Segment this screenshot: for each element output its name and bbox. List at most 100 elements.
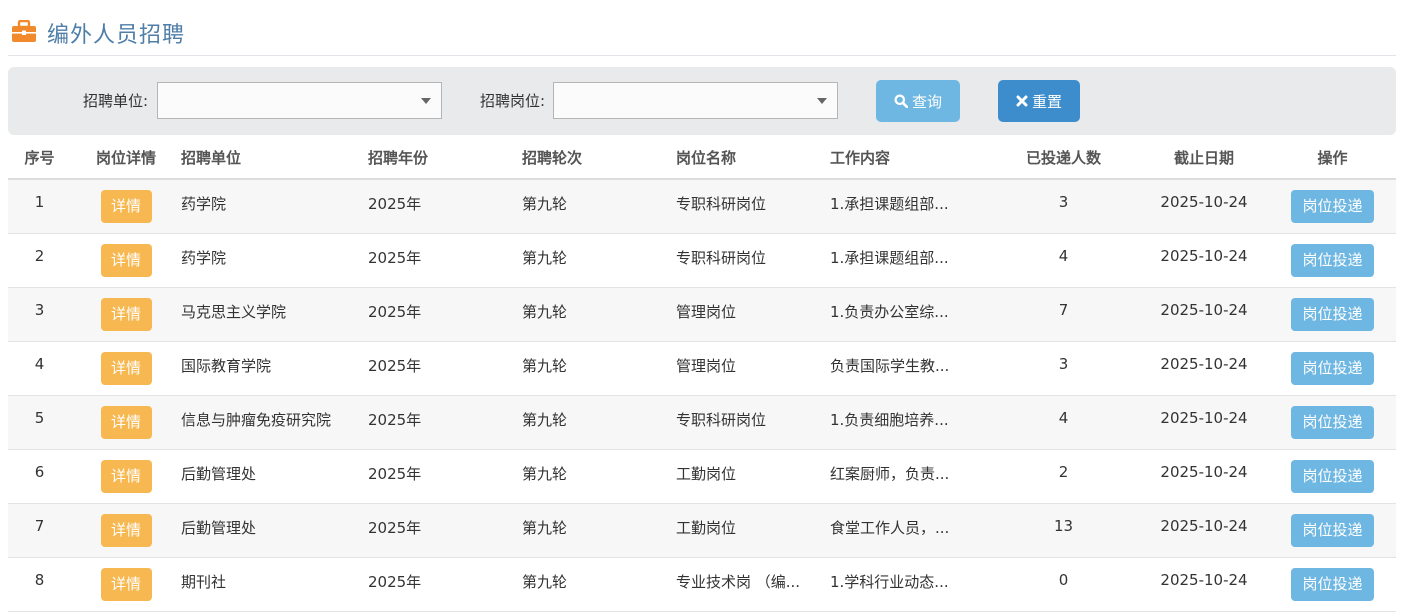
table-cell-unit: 药学院 — [181, 233, 368, 287]
row-position: 专职科研岗位 — [676, 410, 767, 429]
col-header-no: 序号 — [8, 136, 71, 180]
position-select[interactable] — [553, 82, 838, 119]
table-cell-applicants: 0 — [988, 557, 1139, 611]
reset-button[interactable]: 重置 — [998, 80, 1080, 122]
table-cell-year: 2025年 — [368, 503, 522, 557]
row-deadline: 2025-10-24 — [1160, 516, 1248, 535]
apply-button[interactable]: 岗位投递 — [1291, 243, 1374, 277]
row-number: 8 — [34, 570, 45, 589]
row-round: 第九轮 — [522, 195, 568, 213]
table-cell-action: 岗位投递 — [1269, 395, 1396, 449]
table-cell-content: 食堂工作人员，... — [830, 503, 988, 557]
table-cell-detail: 详情 — [71, 341, 181, 395]
table-cell-position: 专职科研岗位 — [676, 179, 830, 233]
query-button[interactable]: 查询 — [876, 80, 960, 122]
table-cell-round: 第九轮 — [522, 503, 676, 557]
table-cell-year: 2025年 — [368, 395, 522, 449]
table-row: 1 详情 药学院 2025年 第九轮 专职科研岗位 1.承担课题组部... 3 2025-10-… — [8, 179, 1396, 233]
table-cell-unit: 马克思主义学院 — [181, 287, 368, 341]
row-applicants: 2 — [1058, 462, 1069, 481]
detail-button[interactable]: 详情 — [100, 243, 152, 277]
table-cell-round: 第九轮 — [522, 233, 676, 287]
table-cell-no: 1 — [8, 179, 71, 233]
row-number: 3 — [34, 300, 45, 319]
table-header-row: 序号 岗位详情 招聘单位 招聘年份 招聘轮次 岗位名称 工作内容 已投递人数 截… — [8, 136, 1396, 180]
table-cell-content: 1.学科行业动态... — [830, 557, 988, 611]
row-round: 第九轮 — [522, 410, 568, 429]
table-cell-deadline: 2025-10-24 — [1139, 395, 1269, 449]
table-cell-action: 岗位投递 — [1269, 179, 1396, 233]
detail-button[interactable]: 详情 — [100, 567, 152, 601]
row-round: 第九轮 — [522, 572, 568, 591]
table-row: 2 详情 药学院 2025年 第九轮 专职科研岗位 1.承担课题组部... 4 2025-10-… — [8, 233, 1396, 287]
row-applicants: 3 — [1058, 193, 1069, 211]
table-cell-round: 第九轮 — [522, 395, 676, 449]
row-applicants: 4 — [1058, 408, 1069, 427]
apply-button[interactable]: 岗位投递 — [1291, 405, 1374, 439]
close-icon — [1016, 95, 1028, 107]
row-applicants: 13 — [1053, 516, 1074, 535]
table-cell-unit: 信息与肿瘤免疫研究院 — [181, 395, 368, 449]
row-unit: 药学院 — [181, 248, 227, 267]
detail-button[interactable]: 详情 — [100, 297, 152, 331]
apply-button[interactable]: 岗位投递 — [1291, 459, 1374, 493]
table-cell-position: 管理岗位 — [676, 287, 830, 341]
row-year: 2025年 — [368, 356, 422, 375]
table-cell-detail: 详情 — [71, 287, 181, 341]
row-deadline: 2025-10-24 — [1160, 193, 1248, 211]
apply-button[interactable]: 岗位投递 — [1291, 190, 1374, 223]
row-year: 2025年 — [368, 464, 422, 483]
table-cell-deadline: 2025-10-24 — [1139, 179, 1269, 233]
table-cell-round: 第九轮 — [522, 557, 676, 611]
table-cell-applicants: 3 — [988, 179, 1139, 233]
row-number: 6 — [34, 462, 45, 481]
table-cell-applicants: 2 — [988, 449, 1139, 503]
table-cell-unit: 期刊社 — [181, 557, 368, 611]
row-unit: 期刊社 — [181, 572, 227, 591]
row-deadline: 2025-10-24 — [1160, 408, 1248, 427]
table-cell-applicants: 7 — [988, 287, 1139, 341]
row-content: 1.承担课题组部... — [830, 248, 949, 267]
search-icon — [894, 94, 908, 108]
col-header-position: 岗位名称 — [676, 136, 830, 180]
table-cell-detail: 详情 — [71, 557, 181, 611]
table-cell-detail: 详情 — [71, 503, 181, 557]
page-header: 编外人员招聘 — [8, 0, 1396, 56]
table-cell-position: 工勤岗位 — [676, 449, 830, 503]
apply-button[interactable]: 岗位投递 — [1291, 567, 1374, 601]
row-content: 1.负责细胞培养... — [830, 410, 949, 429]
table-cell-detail: 详情 — [71, 449, 181, 503]
row-applicants: 4 — [1058, 246, 1069, 265]
detail-button[interactable]: 详情 — [100, 513, 152, 547]
row-year: 2025年 — [368, 248, 422, 267]
row-number: 1 — [34, 193, 45, 211]
page-title: 编外人员招聘 — [47, 23, 186, 48]
table-cell-detail: 详情 — [71, 395, 181, 449]
row-unit: 药学院 — [181, 195, 227, 213]
row-round: 第九轮 — [522, 464, 568, 483]
row-number: 4 — [34, 354, 45, 373]
apply-button[interactable]: 岗位投递 — [1291, 513, 1374, 547]
table-cell-round: 第九轮 — [522, 341, 676, 395]
apply-button[interactable]: 岗位投递 — [1291, 297, 1374, 331]
table-cell-deadline: 2025-10-24 — [1139, 449, 1269, 503]
table-cell-year: 2025年 — [368, 449, 522, 503]
row-year: 2025年 — [368, 410, 422, 429]
table-cell-year: 2025年 — [368, 179, 522, 233]
apply-button[interactable]: 岗位投递 — [1291, 351, 1374, 385]
row-position: 工勤岗位 — [676, 464, 737, 483]
table-cell-unit: 后勤管理处 — [181, 503, 368, 557]
detail-button[interactable]: 详情 — [100, 405, 152, 439]
row-number: 5 — [34, 408, 45, 427]
row-position: 专业技术岗 （编... — [676, 572, 801, 591]
row-position: 工勤岗位 — [676, 518, 737, 537]
unit-select[interactable] — [157, 82, 442, 119]
col-header-applicants: 已投递人数 — [988, 136, 1139, 180]
detail-button[interactable]: 详情 — [100, 190, 152, 223]
table-cell-position: 专业技术岗 （编... — [676, 557, 830, 611]
detail-button[interactable]: 详情 — [100, 351, 152, 385]
table-cell-unit: 药学院 — [181, 179, 368, 233]
detail-button[interactable]: 详情 — [100, 459, 152, 493]
table-cell-year: 2025年 — [368, 341, 522, 395]
table-cell-action: 岗位投递 — [1269, 449, 1396, 503]
